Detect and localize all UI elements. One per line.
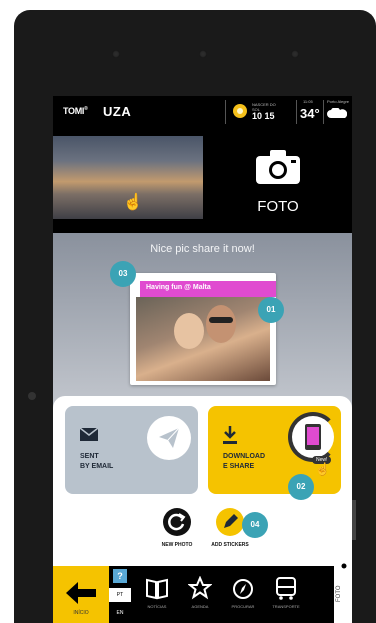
language-selector: ? PT EN bbox=[109, 566, 131, 623]
nav-label: TRANSPORTE bbox=[272, 604, 300, 609]
share-preview-area: Nice pic share it now! Having fun @ Malt… bbox=[53, 233, 352, 413]
lang-pt[interactable]: PT bbox=[109, 588, 131, 602]
pencil-icon bbox=[224, 514, 238, 528]
paper-plane-badge bbox=[147, 416, 191, 460]
foto-tab-label: FOTO bbox=[336, 585, 342, 602]
tap-hand-icon: ☝ bbox=[123, 194, 143, 211]
home-button[interactable]: INÍCIO bbox=[53, 566, 109, 623]
kiosk-side-button bbox=[28, 392, 36, 400]
kiosk-sensor bbox=[112, 50, 120, 58]
callout-badge-04: 04 bbox=[242, 512, 268, 538]
nav-label: NOTÍCIAS bbox=[147, 604, 167, 609]
phone-icon bbox=[305, 424, 321, 450]
callout-badge-01: 01 bbox=[258, 297, 284, 323]
sticker-banner[interactable]: Having fun @ Malta bbox=[140, 281, 276, 297]
nav-search[interactable]: PROCURAR bbox=[225, 576, 261, 616]
kiosk-sensor bbox=[291, 50, 299, 58]
email-button-label: SENT BY EMAIL bbox=[80, 453, 114, 470]
refresh-icon bbox=[168, 513, 186, 531]
cloud-icon bbox=[327, 108, 347, 118]
star-icon bbox=[188, 576, 212, 600]
back-arrow-icon bbox=[66, 582, 96, 604]
sun-icon bbox=[233, 104, 247, 118]
tap-hand-icon: ☝ bbox=[315, 462, 330, 476]
bus-icon bbox=[276, 577, 296, 600]
sunrise-time: 10 15 bbox=[252, 111, 275, 121]
nav-transport[interactable]: TRANSPORTE bbox=[268, 576, 304, 616]
top-bar: TOMI® UZA NASCER DO SOL 10 15 11:05 34° P… bbox=[53, 96, 352, 128]
add-stickers-label: ADD STICKERS bbox=[211, 542, 249, 548]
paper-plane-icon bbox=[159, 427, 180, 448]
book-icon bbox=[146, 578, 168, 600]
bottom-nav: INÍCIO ? PT EN NOTÍCIAS AGENDA PROCURAR bbox=[53, 566, 352, 623]
nav-label: PROCURAR bbox=[231, 604, 255, 609]
foto-tab[interactable]: FOTO bbox=[334, 566, 352, 623]
share-actions-panel: SENT BY EMAIL DOWNLOAD E SHARE New! ☝ 02… bbox=[53, 396, 352, 566]
camera-icon bbox=[338, 562, 350, 570]
compass-icon bbox=[233, 579, 253, 599]
photo-thumbnail[interactable]: ☝ bbox=[53, 136, 203, 219]
foto-title: FOTO bbox=[257, 198, 299, 215]
temperature: 34° bbox=[300, 106, 320, 121]
person bbox=[174, 313, 204, 349]
mail-icon bbox=[80, 428, 98, 441]
divider bbox=[225, 100, 226, 124]
kiosk-screen: TOMI® UZA NASCER DO SOL 10 15 11:05 34° P… bbox=[53, 96, 352, 623]
send-email-button[interactable]: SENT BY EMAIL bbox=[65, 406, 198, 494]
download-share-button[interactable]: DOWNLOAD E SHARE New! ☝ bbox=[208, 406, 341, 494]
nav-agenda[interactable]: AGENDA bbox=[182, 576, 218, 616]
clock: 11:05 bbox=[303, 99, 313, 104]
help-button[interactable]: ? bbox=[113, 569, 127, 583]
uza-logo: UZA bbox=[103, 104, 132, 119]
tomi-logo: TOMI® bbox=[63, 106, 88, 116]
nav-news[interactable]: NOTÍCIAS bbox=[139, 576, 175, 616]
photo-header: ☝ FOTO bbox=[53, 128, 352, 233]
nav-label: AGENDA bbox=[191, 604, 209, 609]
photo-preview: Having fun @ Malta bbox=[130, 273, 276, 385]
download-button-label: DOWNLOAD E SHARE bbox=[223, 453, 265, 470]
city-name: Porto Alegre bbox=[327, 99, 350, 104]
sunglasses bbox=[209, 317, 233, 323]
captured-photo bbox=[136, 297, 270, 381]
new-photo-label: NEW PHOTO bbox=[161, 542, 193, 548]
phone-badge bbox=[288, 412, 338, 462]
person bbox=[206, 305, 236, 343]
callout-badge-02: 02 bbox=[288, 474, 314, 500]
camera-icon bbox=[256, 150, 300, 184]
new-photo-button[interactable] bbox=[163, 508, 191, 536]
divider bbox=[323, 100, 324, 124]
callout-badge-03: 03 bbox=[110, 261, 136, 287]
share-headline: Nice pic share it now! bbox=[150, 243, 255, 255]
download-icon bbox=[223, 426, 237, 444]
kiosk-camera bbox=[199, 50, 207, 58]
divider bbox=[296, 100, 297, 124]
kiosk-side-strip bbox=[352, 500, 356, 540]
lang-en[interactable]: EN bbox=[109, 610, 131, 616]
home-label: INÍCIO bbox=[73, 610, 89, 616]
add-stickers-button[interactable] bbox=[216, 508, 244, 536]
